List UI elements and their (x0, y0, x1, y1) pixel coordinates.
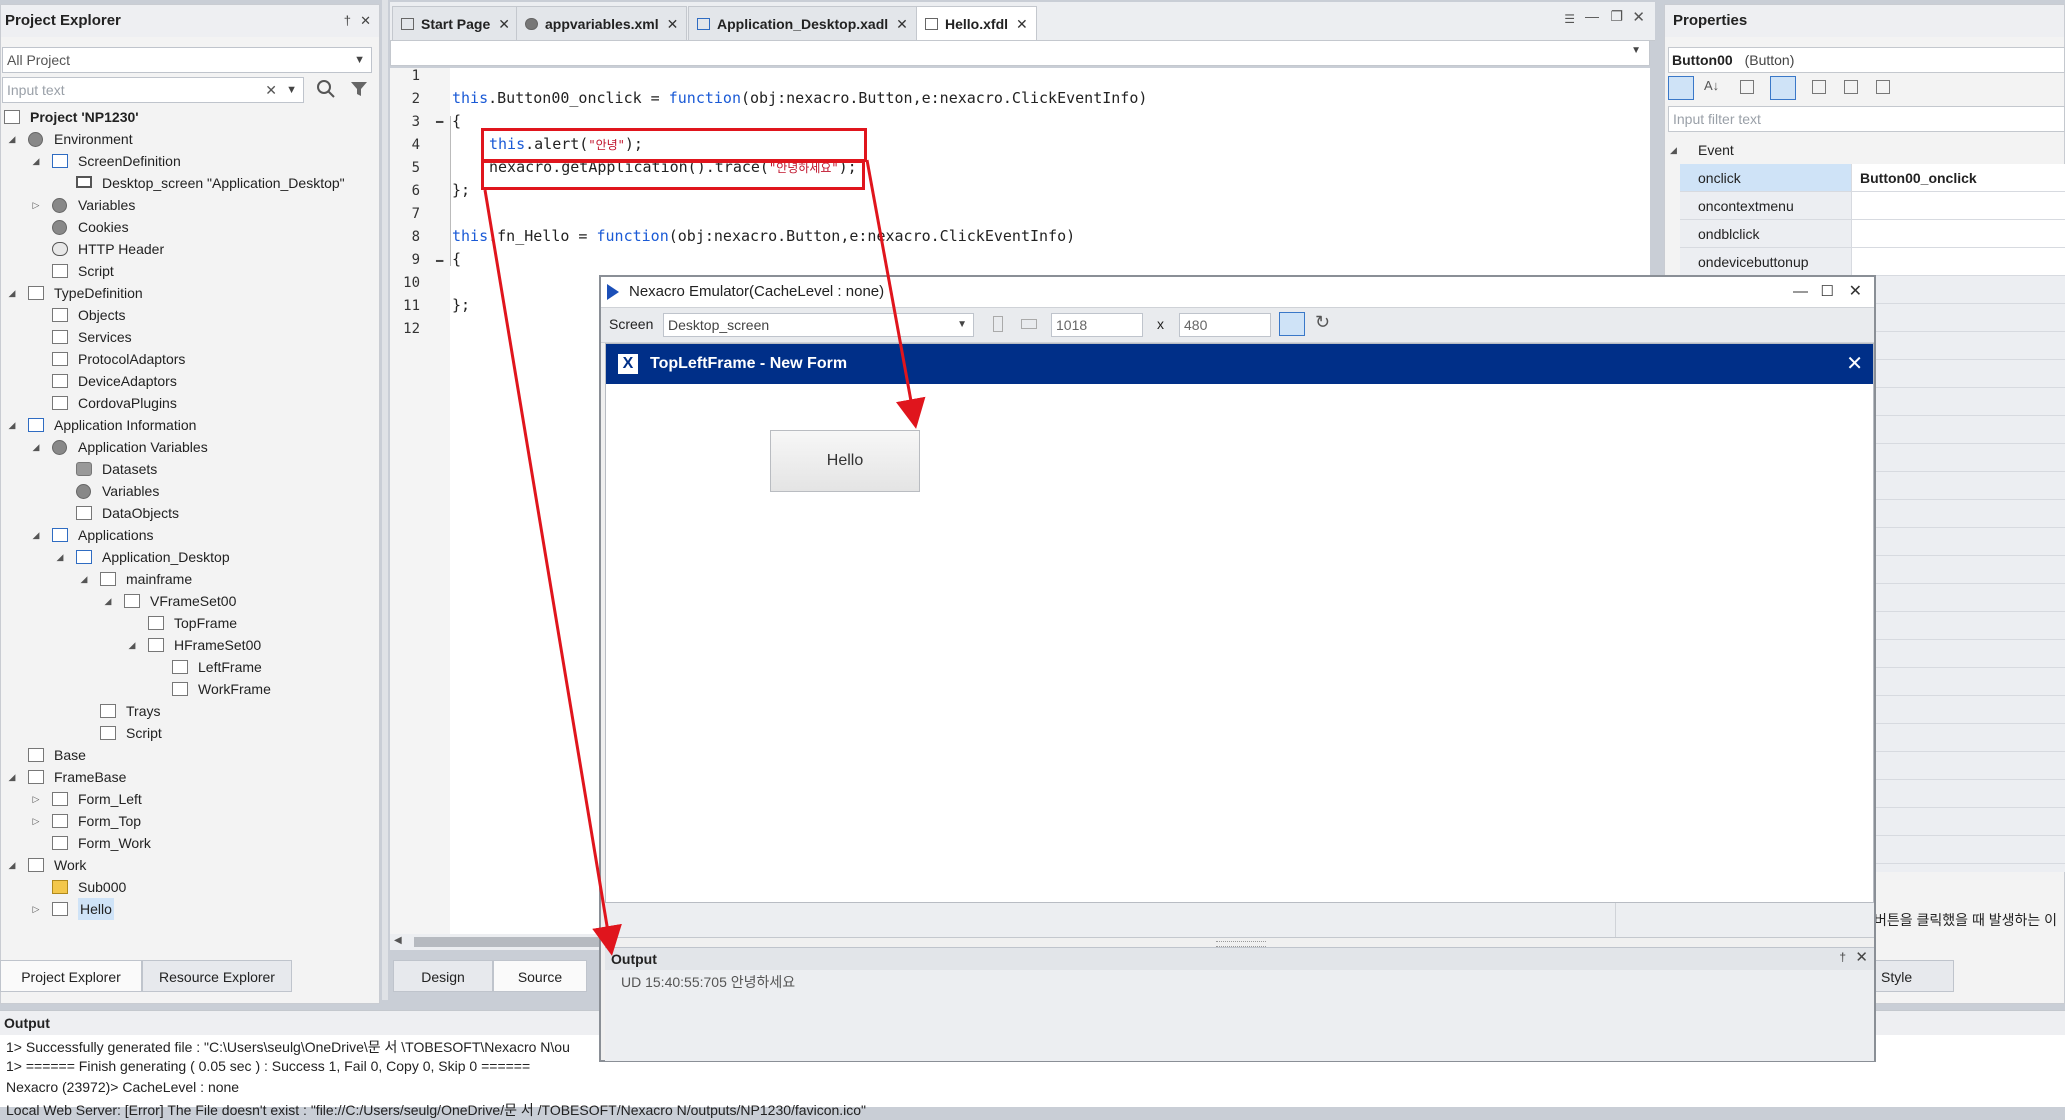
arrow-alert-to-button (865, 159, 926, 429)
arrow-trace-to-output (483, 189, 622, 956)
annotation-arrows (483, 159, 926, 956)
